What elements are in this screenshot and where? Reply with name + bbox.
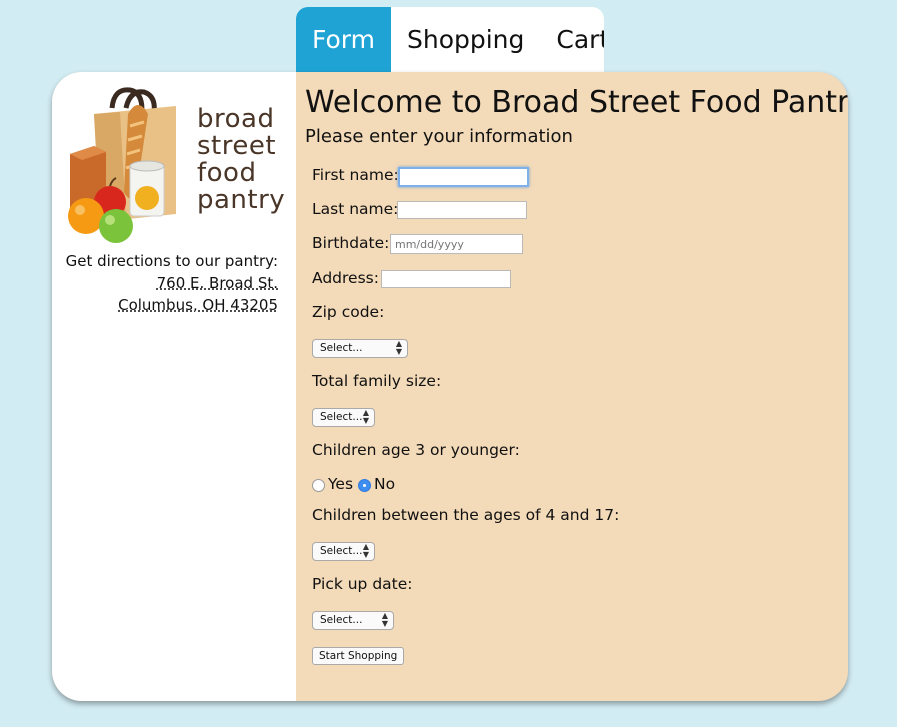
pickup-date-selected: Select...: [320, 614, 363, 626]
address-link-city[interactable]: Columbus, OH 43205: [66, 294, 278, 316]
zip-code-select[interactable]: Select... ▲ ▼: [312, 339, 408, 358]
birthdate-label: Birthdate:: [312, 234, 390, 252]
children-young-label: Children age 3 or younger:: [312, 441, 520, 459]
radio-yes[interactable]: [312, 479, 325, 492]
page-subtitle: Please enter your information: [305, 126, 573, 147]
pickup-date-select[interactable]: Select... ▲ ▼: [312, 611, 394, 630]
last-name-input[interactable]: [397, 201, 527, 219]
tab-shopping[interactable]: Shopping: [391, 7, 540, 73]
main-card: broad street food pantry Get directions …: [52, 72, 848, 701]
radio-yes-label: Yes: [328, 475, 354, 493]
tab-form[interactable]: Form: [296, 7, 391, 73]
logo-line: broad: [197, 104, 275, 134]
start-shopping-button[interactable]: Start Shopping: [312, 647, 405, 665]
children-mid-select[interactable]: Select... ▲ ▼: [312, 542, 375, 561]
form-panel: Welcome to Broad Street Food Pantry Plea…: [296, 72, 848, 701]
logo-line: pantry: [197, 185, 286, 215]
select-arrows-icon: ▲ ▼: [395, 339, 402, 356]
birthdate-input[interactable]: [390, 234, 523, 254]
zip-code-selected: Select...: [320, 342, 363, 354]
first-name-input[interactable]: [398, 167, 529, 187]
pickup-date-label: Pick up date:: [312, 575, 413, 593]
grocery-bag-icon: [68, 87, 176, 243]
select-arrows-icon: ▲ ▼: [381, 611, 388, 628]
directions-label: Get directions to our pantry:: [65, 252, 278, 270]
family-size-select[interactable]: Select... ▲ ▼: [312, 408, 375, 427]
address-link-street[interactable]: 760 E. Broad St.: [66, 272, 278, 294]
pantry-logo: broad street food pantry: [64, 86, 285, 246]
last-name-label: Last name:: [312, 200, 399, 218]
select-arrows-icon: ▲ ▼: [362, 408, 369, 425]
directions-block: Get directions to our pantry: 760 E. Bro…: [66, 250, 278, 316]
logo-line: street: [197, 131, 277, 161]
page-title: Welcome to Broad Street Food Pantry: [305, 85, 848, 120]
logo-wordmark: broad street food pantry: [197, 106, 285, 214]
tab-bar: Form Shopping Cart: [296, 7, 604, 73]
children-mid-label: Children between the ages of 4 and 17:: [312, 506, 620, 524]
radio-no-label: No: [374, 475, 396, 493]
family-size-label: Total family size:: [312, 372, 442, 390]
family-size-selected: Select...: [320, 411, 363, 423]
address-input[interactable]: [381, 270, 511, 288]
zip-code-label: Zip code:: [312, 303, 385, 321]
select-arrows-icon: ▲ ▼: [362, 542, 369, 559]
children-mid-selected: Select...: [320, 545, 363, 557]
first-name-label: First name:: [312, 166, 399, 184]
page: Form Shopping Cart broad street food pan…: [0, 0, 897, 727]
address-label: Address:: [312, 269, 379, 287]
sidebar: broad street food pantry Get directions …: [52, 72, 296, 701]
radio-no[interactable]: [358, 479, 371, 492]
tab-cart[interactable]: Cart: [540, 7, 604, 73]
logo-line: food: [197, 158, 257, 188]
